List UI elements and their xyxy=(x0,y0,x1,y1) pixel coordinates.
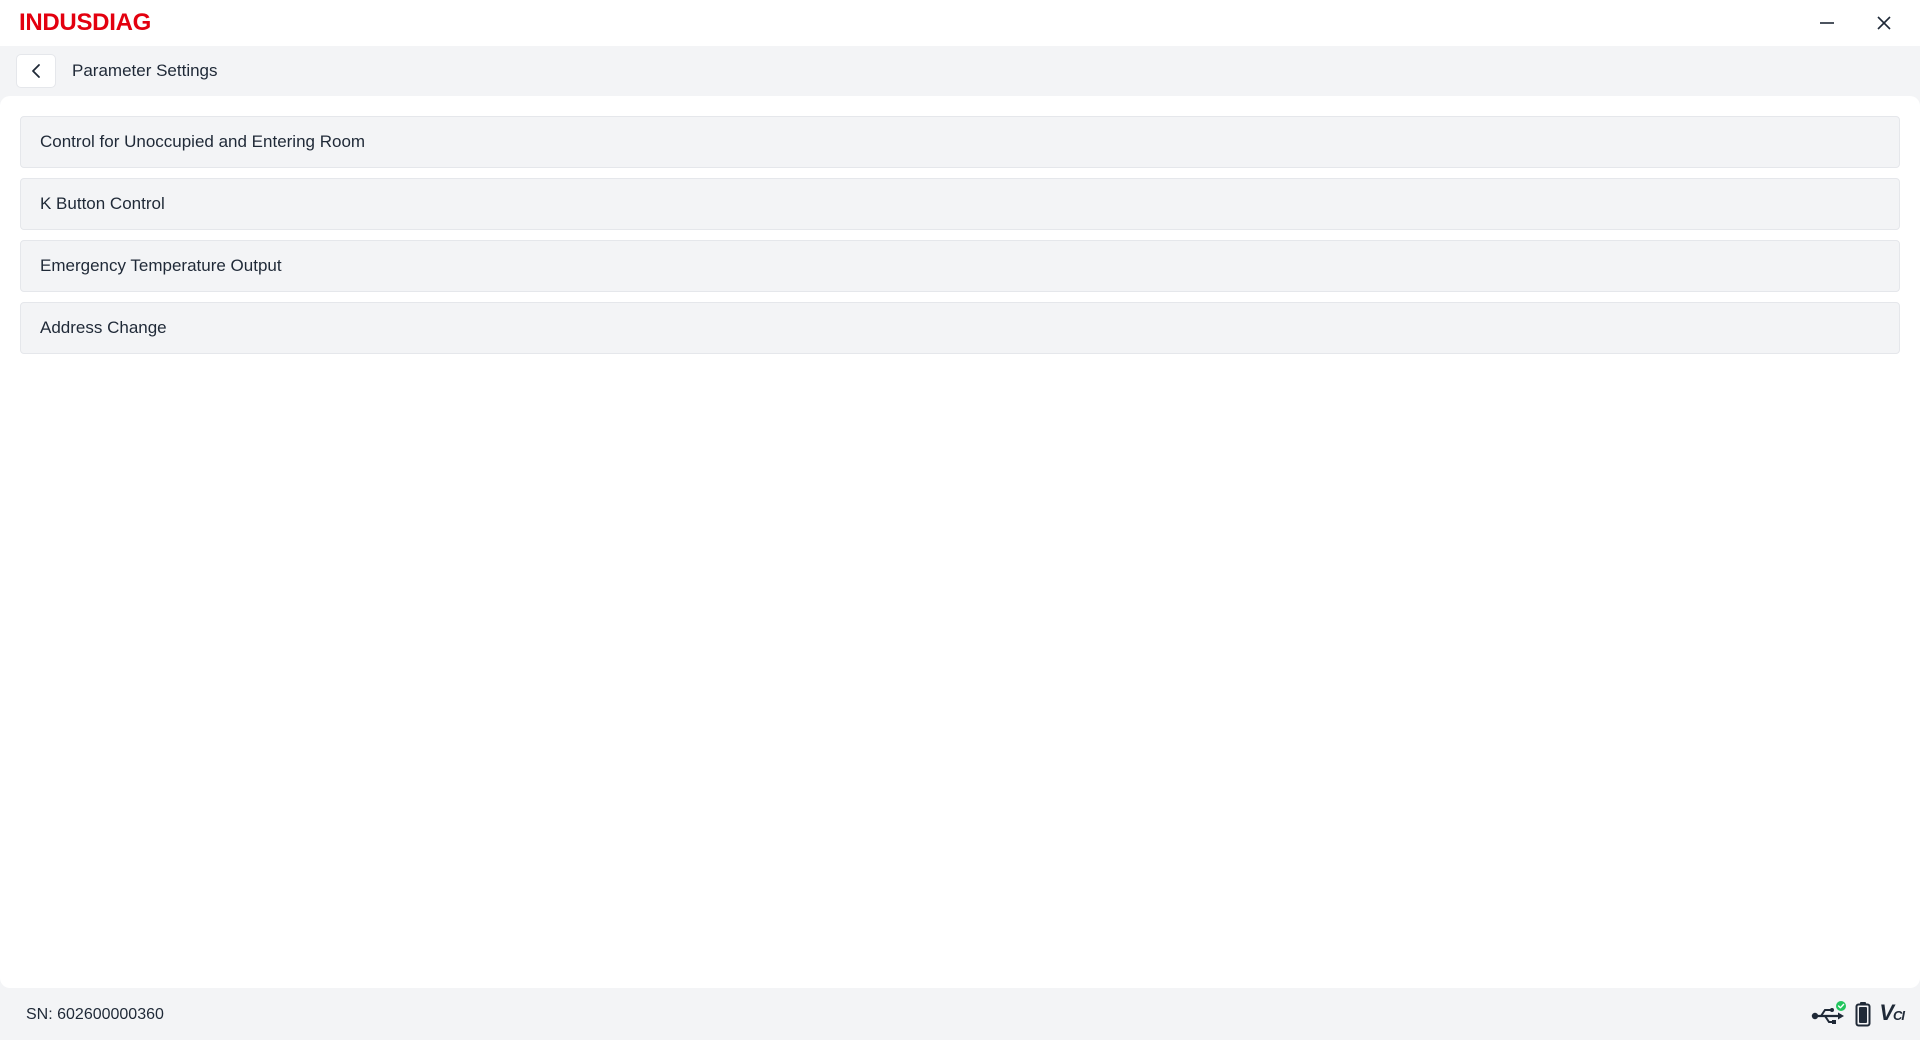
menu-item-emergency-temperature-output[interactable]: Emergency Temperature Output xyxy=(20,240,1900,292)
title-bar: INDUSDIAG xyxy=(0,0,1920,46)
close-icon xyxy=(1877,16,1891,30)
menu-item-unoccupied-entering-room[interactable]: Control for Unoccupied and Entering Room xyxy=(20,116,1900,168)
nav-bar: Parameter Settings xyxy=(0,46,1920,96)
menu-item-k-button-control[interactable]: K Button Control xyxy=(20,178,1900,230)
serial-number: SN: 602600000360 xyxy=(26,1006,164,1023)
content-panel: Control for Unoccupied and Entering Room… xyxy=(0,96,1920,988)
vci-status: VCI xyxy=(1879,999,1905,1028)
vci-icon: VCI xyxy=(1879,999,1905,1025)
status-bar: SN: 602600000360 VCI xyxy=(0,988,1920,1040)
battery-status xyxy=(1855,1001,1871,1027)
minimize-button[interactable] xyxy=(1799,0,1855,46)
status-icons: VCI xyxy=(1811,999,1905,1028)
usb-connection-status xyxy=(1811,1000,1847,1028)
usb-connected-icon xyxy=(1812,1001,1847,1024)
back-button[interactable] xyxy=(16,54,56,88)
battery-icon xyxy=(1855,1002,1871,1027)
close-button[interactable] xyxy=(1856,0,1912,46)
parameter-menu-list: Control for Unoccupied and Entering Room… xyxy=(20,116,1900,364)
page-title: Parameter Settings xyxy=(72,61,218,80)
minimize-icon xyxy=(1820,22,1834,24)
menu-item-address-change[interactable]: Address Change xyxy=(20,302,1900,354)
chevron-left-icon xyxy=(32,64,40,78)
brand-logo: INDUSDIAG xyxy=(19,9,151,36)
